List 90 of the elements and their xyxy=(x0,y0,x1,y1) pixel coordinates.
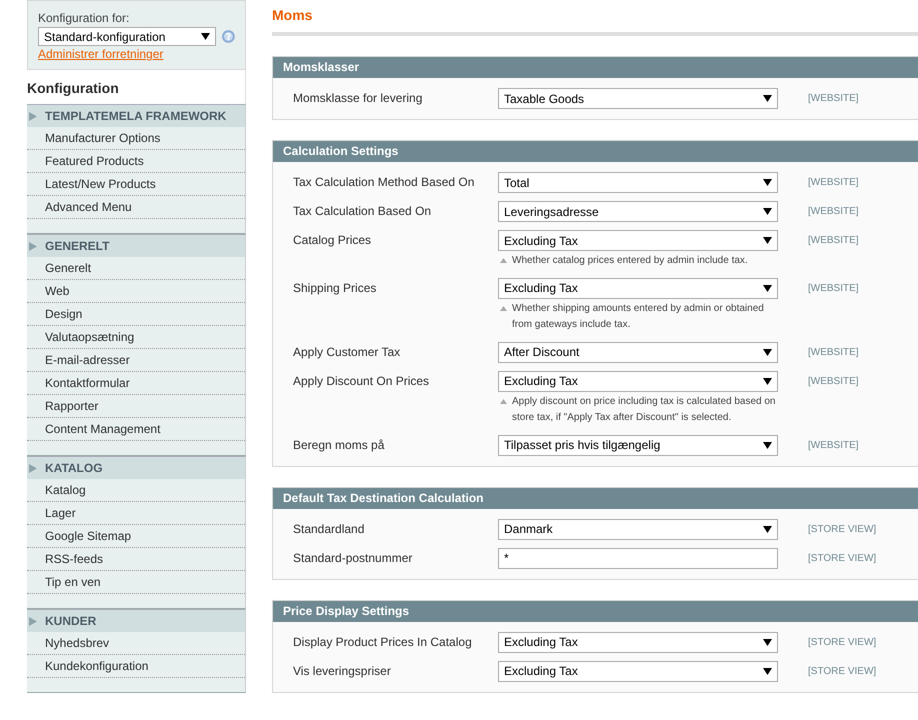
sidebar-item[interactable]: Google Sitemap xyxy=(27,525,245,548)
field-hint: Whether catalog prices entered by admin include tax. xyxy=(512,254,748,268)
triangle-icon xyxy=(500,258,507,263)
sidebar-item[interactable]: Manufacturer Options xyxy=(27,127,245,150)
caret-icon xyxy=(763,179,772,186)
sidebar-item[interactable]: Design xyxy=(27,303,245,326)
sidebar-item[interactable]: Rapporter xyxy=(27,395,245,418)
scope-label: [WEBSITE] xyxy=(808,176,859,190)
field-label: Catalog Prices xyxy=(292,232,372,249)
sidebar-title: Konfiguration xyxy=(27,70,246,104)
sidebar-item[interactable]: Featured Products xyxy=(27,150,245,173)
scope-label: [WEBSITE] xyxy=(808,346,859,360)
triangle-icon xyxy=(500,306,507,310)
sidebar-item[interactable]: Valutaopsætning xyxy=(27,326,245,349)
sidebar-item[interactable]: Kontaktformular xyxy=(27,372,245,395)
scope-label: [WEBSITE] xyxy=(808,234,859,248)
field-label: Tax Calculation Based On xyxy=(292,203,432,220)
section-header[interactable]: Default Tax Destination Calculation xyxy=(273,488,918,508)
select-field[interactable]: Tilpasset pris hvis tilgængelig xyxy=(498,434,778,456)
triangle-icon xyxy=(29,242,37,250)
sidebar-item[interactable]: Kundekonfiguration xyxy=(27,655,245,678)
select-field[interactable]: Excluding Tax xyxy=(498,230,778,251)
caret-icon xyxy=(201,33,210,40)
scope-label: [STORE VIEW] xyxy=(808,664,876,678)
sidebar-item[interactable]: Advanced Menu xyxy=(27,196,245,219)
scope-label: [WEBSITE] xyxy=(808,438,859,452)
scope-label: [STORE VIEW] xyxy=(808,522,876,536)
field-label: Beregn moms på xyxy=(292,436,386,454)
sidebar-item[interactable]: Latest/New Products xyxy=(27,173,245,196)
store-scope-label: Konfiguration for: xyxy=(38,11,130,25)
caret-icon xyxy=(763,442,772,448)
sidebar-item[interactable]: Nyhedsbrev xyxy=(27,632,245,655)
caret-icon xyxy=(763,348,772,356)
section-header[interactable]: Price Display Settings xyxy=(273,600,918,622)
caret-icon xyxy=(763,237,772,244)
sidebar-group-header[interactable]: TEMPLATEMELA FRAMEWORK xyxy=(27,105,245,127)
caret-icon xyxy=(763,284,772,292)
field-hint: Whether shipping amounts entered by admin or obtained from gateways include tax. xyxy=(512,302,765,332)
select-field[interactable]: Excluding Tax xyxy=(498,632,778,652)
select-field[interactable]: Total xyxy=(498,172,778,193)
select-field[interactable]: Excluding Tax xyxy=(498,660,778,682)
select-field[interactable]: Danmark xyxy=(498,518,778,540)
sidebar-item[interactable]: E-mail-adresser xyxy=(27,349,245,372)
caret-icon xyxy=(763,208,772,215)
triangle-icon xyxy=(29,616,37,626)
field-label: Tax Calculation Method Based On xyxy=(292,174,476,191)
caret-icon xyxy=(763,638,772,646)
caret-icon xyxy=(763,95,772,102)
scope-label: [STORE VIEW] xyxy=(808,636,876,650)
field-label: Apply Discount On Prices xyxy=(292,372,430,390)
field-label: Display Product Prices In Catalog xyxy=(292,634,473,650)
sidebar-item[interactable]: Web xyxy=(27,280,245,303)
select-field[interactable]: Excluding Tax xyxy=(498,278,778,298)
select-field[interactable]: After Discount xyxy=(498,342,778,362)
sidebar-item[interactable]: Content Management xyxy=(27,418,245,441)
page-title: Moms xyxy=(272,0,918,36)
sidebar-group-header[interactable]: KUNDER xyxy=(27,610,245,632)
section-header[interactable]: Momsklasser xyxy=(273,57,918,78)
field-label: Shipping Prices xyxy=(292,280,378,296)
scope-label: [WEBSITE] xyxy=(808,205,859,219)
sidebar-item[interactable]: Katalog xyxy=(27,479,245,502)
triangle-icon xyxy=(29,464,37,472)
field-hint: Apply discount on price including tax is calculated based on store tax, if "Apply Tax after Discount" is selected. xyxy=(512,394,776,425)
select-field[interactable]: Leveringsadresse xyxy=(498,201,778,222)
input-field[interactable]: * xyxy=(498,548,778,568)
sidebar-item[interactable]: RSS-feeds xyxy=(27,548,245,571)
caret-icon xyxy=(763,526,772,532)
caret-icon xyxy=(763,378,772,384)
sidebar-item[interactable]: Generelt xyxy=(27,257,245,280)
sidebar-item[interactable]: Tip en ven xyxy=(27,571,245,594)
field-label: Standardland xyxy=(292,520,366,538)
caret-icon xyxy=(763,668,772,674)
sidebar-group-header[interactable]: KATALOG xyxy=(27,457,245,479)
scope-label: [STORE VIEW] xyxy=(808,552,876,566)
field-label: Vis leveringspriser xyxy=(292,662,392,680)
select-field[interactable]: Taxable Goods xyxy=(498,88,778,109)
field-label: Apply Customer Tax xyxy=(292,344,402,360)
triangle-icon xyxy=(29,112,37,120)
field-label: Standard-postnummer xyxy=(292,550,414,566)
help-icon[interactable] xyxy=(222,30,235,43)
field-label: Momsklasse for levering xyxy=(292,90,424,107)
triangle-icon xyxy=(500,398,507,404)
scope-label: [WEBSITE] xyxy=(808,374,859,388)
scope-label: [WEBSITE] xyxy=(808,282,859,296)
store-scope-select[interactable]: Standard-konfiguration xyxy=(38,27,216,46)
select-field[interactable]: Excluding Tax xyxy=(498,370,778,392)
sidebar-item[interactable]: Lager xyxy=(27,502,245,525)
section-header[interactable]: Calculation Settings xyxy=(273,141,918,162)
sidebar-group-header[interactable]: GENERELT xyxy=(27,235,245,257)
scope-label: [WEBSITE] xyxy=(808,92,859,106)
